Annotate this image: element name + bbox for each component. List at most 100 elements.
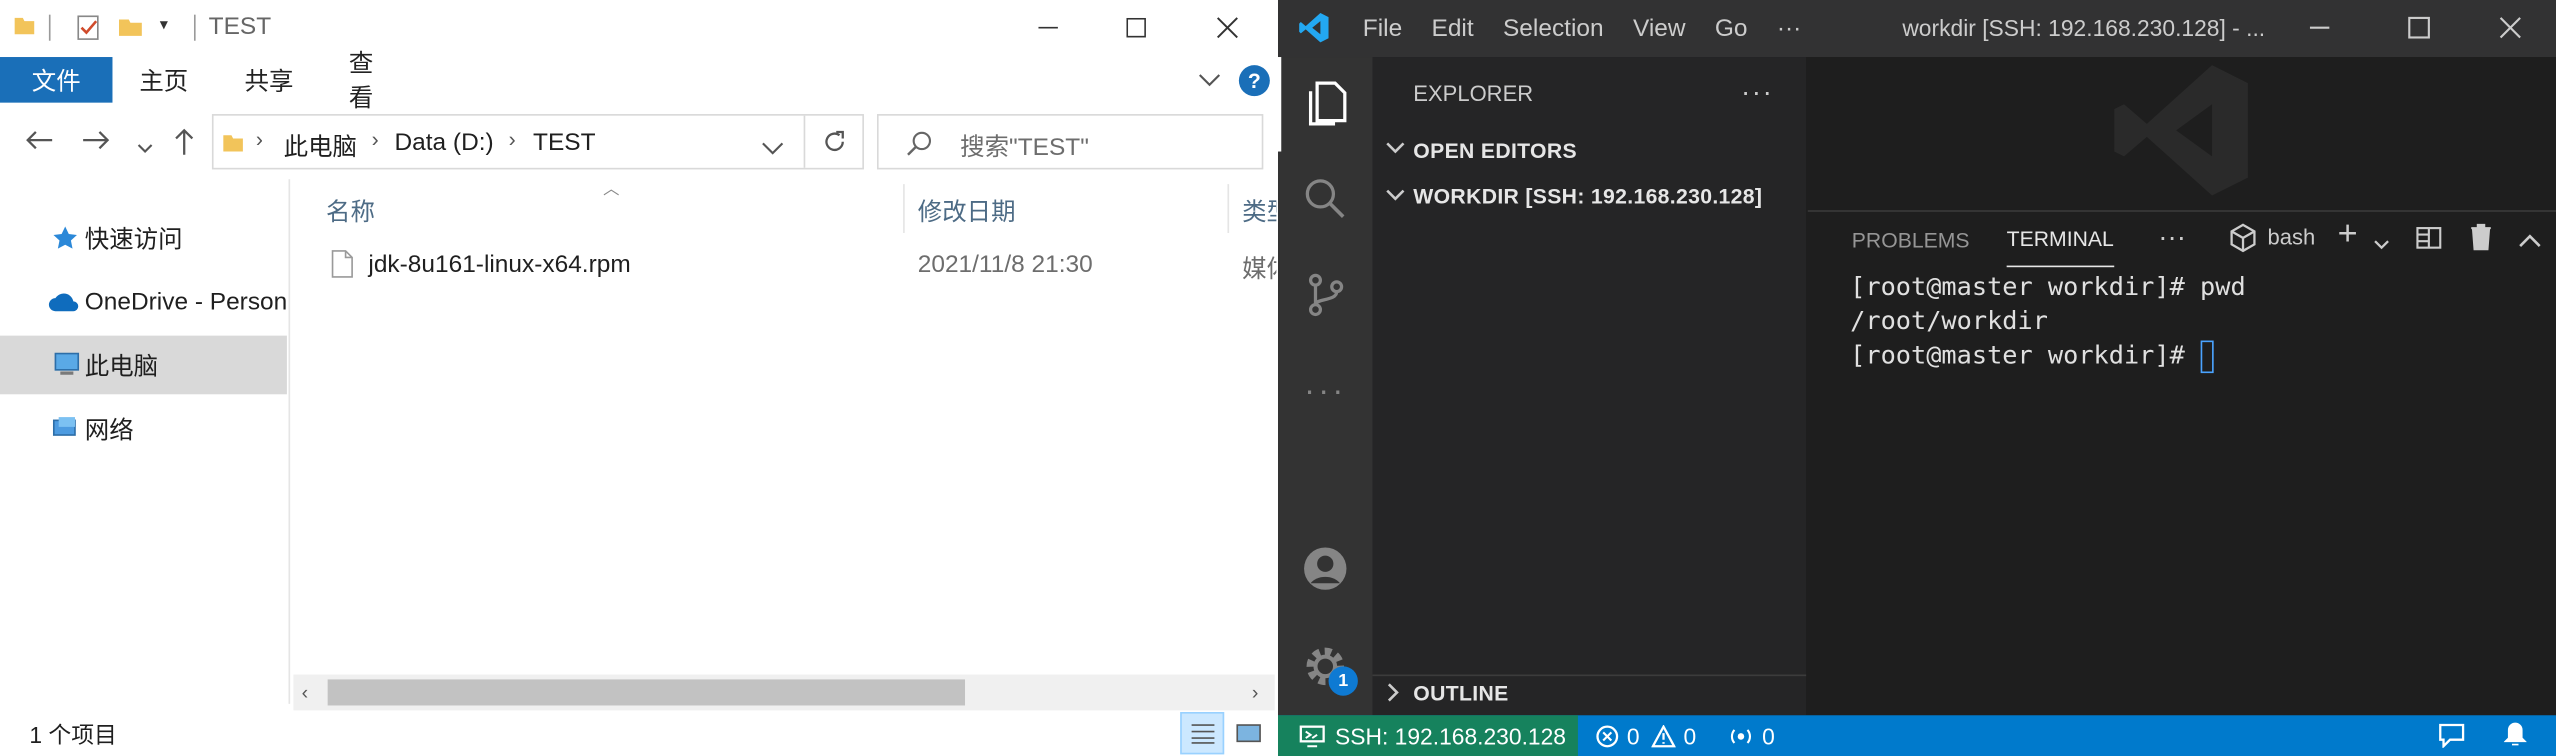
menu-view[interactable]: View: [1618, 15, 1700, 43]
terminal-line: [root@master workdir]# pwd: [1850, 272, 2246, 302]
remote-indicator[interactable]: SSH: 192.168.230.128: [1277, 715, 1578, 756]
close-icon: [1216, 17, 1238, 39]
tab-problems[interactable]: PROBLEMS: [1852, 212, 1970, 267]
large-icons-view-icon[interactable]: [1227, 712, 1269, 754]
accounts-icon[interactable]: [1278, 521, 1373, 615]
activity-bar: ··· 1: [1277, 57, 1373, 716]
trash-icon[interactable]: [2470, 223, 2493, 251]
menu-more[interactable]: ···: [1762, 15, 1816, 43]
menu-bar: File Edit Selection View Go ···: [1348, 0, 1816, 57]
split-terminal-icon[interactable]: [2416, 225, 2442, 251]
ports-status[interactable]: 0: [1730, 715, 1775, 756]
search-icon[interactable]: [1278, 152, 1373, 246]
terminal-shell-label[interactable]: bash: [2267, 225, 2315, 249]
scroll-right-icon[interactable]: ›: [1252, 681, 1259, 704]
menu-edit[interactable]: Edit: [1417, 15, 1488, 43]
nav-quick-access[interactable]: 快速访问: [0, 209, 287, 268]
menu-go[interactable]: Go: [1700, 15, 1762, 43]
chevron-down-icon[interactable]: [2373, 230, 2389, 250]
source-control-icon[interactable]: [1278, 248, 1373, 342]
panel-more-icon[interactable]: ···: [2158, 222, 2186, 255]
refresh-icon[interactable]: [822, 129, 848, 155]
scrollbar-thumb[interactable]: [327, 679, 966, 706]
tab-view[interactable]: 查看: [323, 51, 421, 113]
close-button[interactable]: [2489, 7, 2531, 49]
column-header-name[interactable]: 名称: [326, 194, 375, 228]
problems-status[interactable]: 0 0: [1596, 715, 1696, 756]
error-count: 0: [1626, 722, 1640, 749]
nav-label: OneDrive - Personal: [84, 287, 287, 316]
tab-home[interactable]: 主页: [112, 57, 215, 103]
maximize-panel-icon[interactable]: [2519, 228, 2542, 247]
back-icon[interactable]: [24, 129, 53, 152]
minimize-button[interactable]: [2298, 7, 2340, 49]
horizontal-scrollbar[interactable]: ‹ ›: [293, 674, 1275, 711]
nav-onedrive[interactable]: OneDrive - Personal: [0, 272, 287, 331]
sidebar-title: EXPLORER: [1413, 81, 1534, 106]
recent-locations-icon[interactable]: [137, 134, 153, 154]
tab-terminal[interactable]: TERMINAL: [2006, 212, 2114, 268]
section-label: OPEN EDITORS: [1413, 137, 1577, 163]
chevron-down-icon: [1386, 182, 1409, 208]
breadcrumb-this-pc[interactable]: 此电脑: [284, 129, 357, 163]
address-dropdown-icon[interactable]: [761, 135, 784, 155]
help-icon[interactable]: ?: [1238, 65, 1270, 97]
column-header-type[interactable]: 类型: [1242, 194, 1276, 228]
chevron-right-icon: ›: [508, 127, 516, 152]
new-folder-icon[interactable]: [117, 13, 143, 39]
nav-network[interactable]: 网络: [0, 399, 287, 458]
window-title: workdir [SSH: 192.168.230.128] - ...: [1902, 14, 2266, 41]
column-header-date[interactable]: 修改日期: [918, 194, 1016, 228]
up-icon[interactable]: [173, 127, 196, 156]
scroll-left-icon[interactable]: ‹: [302, 681, 309, 704]
minimize-button[interactable]: [1011, 0, 1086, 55]
explorer-icon[interactable]: [1278, 57, 1373, 151]
nav-this-pc[interactable]: 此电脑: [0, 335, 287, 395]
details-view-icon[interactable]: [1180, 712, 1225, 755]
search-icon: [906, 130, 932, 156]
section-open-editors[interactable]: OPEN EDITORS: [1373, 132, 1807, 168]
menu-selection[interactable]: Selection: [1488, 15, 1618, 43]
tab-share[interactable]: 共享: [215, 57, 323, 103]
new-terminal-icon[interactable]: +: [2338, 215, 2358, 254]
forward-icon[interactable]: [82, 129, 111, 152]
search-box[interactable]: 搜索"TEST": [876, 114, 1264, 170]
properties-icon[interactable]: [75, 15, 101, 41]
network-icon: [51, 415, 80, 441]
breadcrumb-drive[interactable]: Data (D:): [394, 129, 493, 157]
manage-gear-icon[interactable]: [1278, 619, 1373, 713]
more-views-icon[interactable]: ···: [1278, 344, 1373, 438]
navigation-pane: 快速访问 OneDrive - Personal 此电脑 网络: [0, 179, 287, 700]
expand-ribbon-icon[interactable]: [1196, 68, 1222, 91]
tab-file[interactable]: 文件: [0, 57, 113, 103]
computer-icon: [52, 352, 81, 378]
section-outline[interactable]: OUTLINE: [1372, 674, 1807, 711]
feedback-icon[interactable]: [2439, 723, 2465, 749]
nav-label: 此电脑: [84, 352, 159, 381]
views-more-actions-icon[interactable]: ···: [1741, 77, 1774, 110]
status-bar: SSH: 192.168.230.128 0 0 0: [1277, 715, 2556, 756]
notifications-bell-icon[interactable]: [2503, 722, 2527, 748]
terminal-output[interactable]: [root@master workdir]# pwd /root/workdir…: [1850, 270, 2246, 373]
maximize-button[interactable]: [2398, 7, 2440, 49]
vscode-watermark-icon: [2111, 59, 2254, 202]
file-explorer-window: ▾ TEST 文件 主页 共享 查看 ? › 此电脑 › Data (D:) ›…: [0, 0, 1277, 756]
search-input[interactable]: 搜索"TEST": [960, 129, 1089, 163]
menu-file[interactable]: File: [1348, 15, 1417, 43]
divider: [903, 184, 905, 233]
close-button[interactable]: [1190, 0, 1265, 55]
file-name: jdk-8u161-linux-x64.rpm: [368, 250, 631, 279]
folder-icon: [13, 13, 36, 36]
table-row[interactable]: jdk-8u161-linux-x64.rpm 2021/11/8 21:30 …: [290, 241, 1276, 287]
file-icon: [331, 249, 354, 278]
terminal-cursor: [2200, 339, 2214, 373]
maximize-button[interactable]: [1099, 0, 1174, 55]
section-workdir[interactable]: WORKDIR [SSH: 192.168.230.128]: [1373, 178, 1807, 214]
chevron-down-icon: [1386, 138, 1409, 161]
breadcrumb-folder[interactable]: TEST: [533, 129, 596, 157]
chevron-right-icon: ›: [371, 127, 379, 152]
section-label: OUTLINE: [1413, 681, 1509, 706]
address-bar[interactable]: › 此电脑 › Data (D:) › TEST: [211, 114, 864, 170]
editor-area: [1807, 57, 2556, 211]
qat-dropdown-icon[interactable]: ▾: [160, 16, 168, 34]
